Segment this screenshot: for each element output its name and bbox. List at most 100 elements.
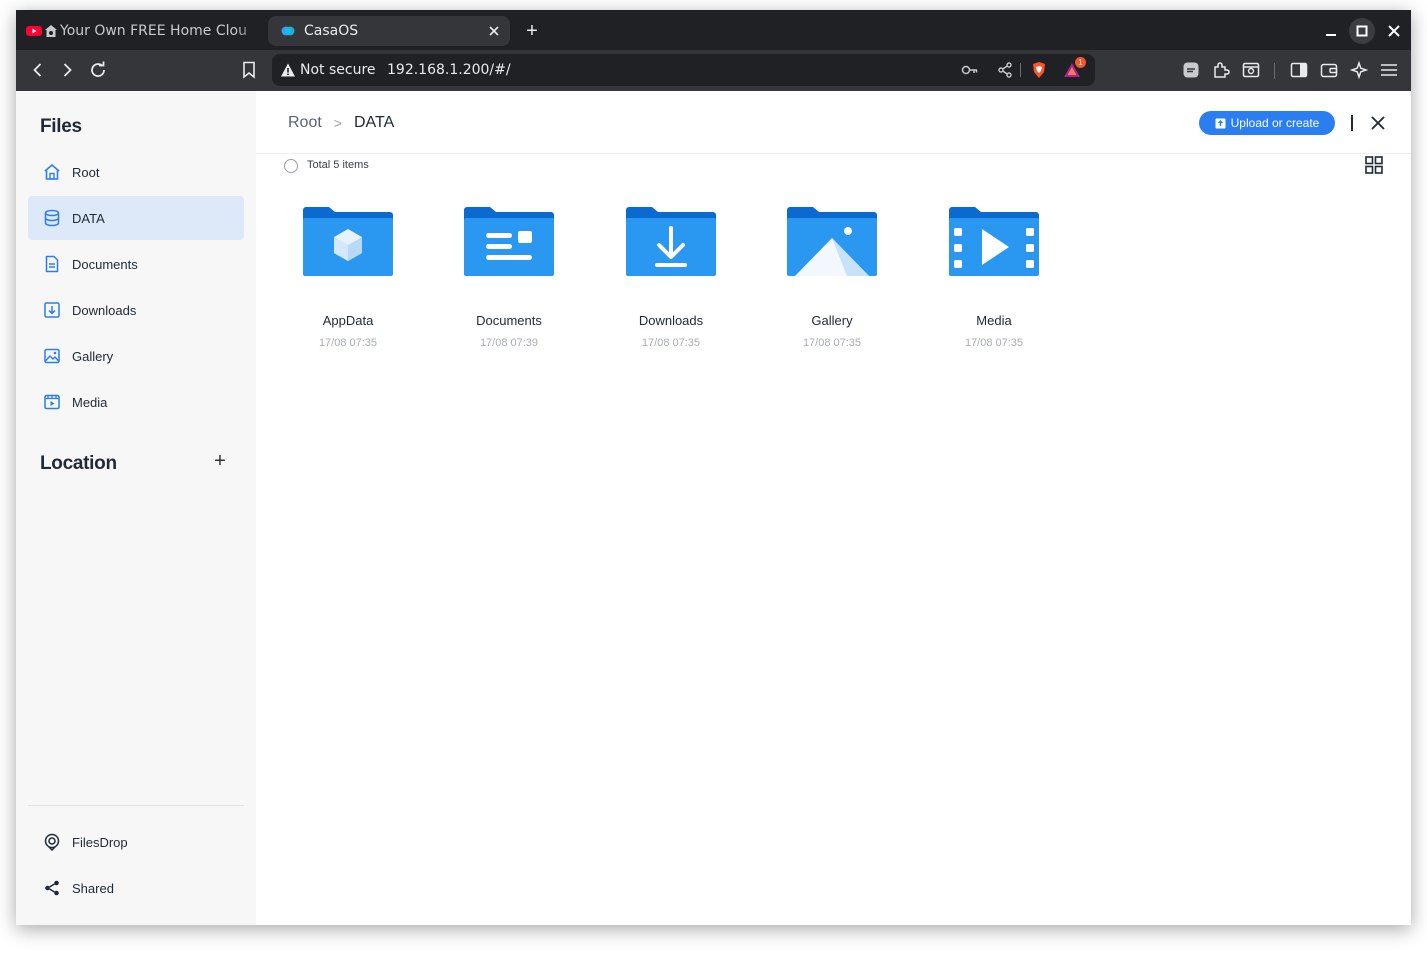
add-location-button[interactable]: + [212, 451, 228, 471]
window-close-button[interactable] [1381, 18, 1407, 44]
sidebar-item-data[interactable]: DATA [28, 196, 244, 240]
forward-icon[interactable] [55, 58, 79, 82]
address-bar[interactable]: Not secure 192.168.1.200/#/ 1 [272, 54, 1095, 86]
downloads-folder-icon [626, 207, 716, 276]
breadcrumb-separator: > [333, 115, 342, 131]
folder-item-documents[interactable]: Documents 17/08 07:39 [449, 206, 569, 366]
sidebar-item-root[interactable]: Root [28, 150, 244, 194]
folder-item-downloads[interactable]: Downloads 17/08 07:35 [611, 206, 731, 366]
breadcrumb-current: DATA [353, 114, 395, 131]
sidebar-item-label: DATA [72, 210, 105, 226]
warning-icon [281, 63, 295, 77]
home-cloud-icon [45, 25, 57, 37]
breadcrumb-root[interactable]: Root [288, 114, 322, 132]
close-files-icon[interactable] [1368, 113, 1388, 133]
reload-icon[interactable] [86, 58, 110, 82]
sidebar-divider [28, 805, 244, 806]
folder-item-appdata[interactable]: AppData 17/08 07:35 [288, 206, 408, 366]
minimize-button[interactable] [1318, 18, 1344, 44]
appdata-folder-icon [303, 207, 393, 276]
tab-casaos[interactable]: CasaOS [268, 16, 510, 46]
media-folder-icon [949, 207, 1039, 276]
browser-toolbar: Not secure 192.168.1.200/#/ 1 [16, 50, 1411, 91]
folder-date: 17/08 07:35 [964, 337, 1024, 349]
home-icon [42, 162, 62, 182]
documents-folder-icon [464, 207, 554, 276]
upload-icon [1215, 118, 1226, 128]
toolbar-divider [1274, 63, 1275, 79]
extensions-puzzle-icon[interactable] [1209, 58, 1233, 82]
sidebar-item-label: Gallery [72, 348, 114, 364]
upload-button-label: Upload or create [1230, 116, 1320, 130]
tab-title: CasaOS [304, 23, 359, 39]
new-tab-button[interactable]: + [521, 20, 543, 42]
document-icon [42, 254, 62, 274]
sidebar-item-downloads[interactable]: Downloads [28, 288, 244, 332]
browser-window: Your Own FREE Home Clou CasaOS + Not sec… [16, 10, 1411, 925]
maximize-button[interactable] [1349, 18, 1375, 44]
back-icon[interactable] [26, 58, 50, 82]
upload-or-create-button[interactable]: Upload or create [1199, 111, 1335, 135]
leo-ai-icon[interactable] [1347, 58, 1371, 82]
tab-title: Your Own FREE Home Clou [60, 23, 247, 39]
item-count: Total 5 items [307, 159, 369, 171]
sidebar-item-label: Documents [72, 256, 138, 272]
security-label[interactable]: Not secure [300, 62, 376, 78]
grid-view-icon[interactable] [1364, 155, 1384, 175]
select-all-checkbox[interactable] [284, 159, 298, 173]
sidebar-item-media[interactable]: Media [28, 380, 244, 424]
brave-shields-icon[interactable] [1029, 60, 1049, 80]
sidebar-item-label: FilesDrop [72, 834, 128, 850]
video-icon [42, 392, 62, 412]
filesdrop-icon [42, 832, 62, 852]
sidebar-toggle-icon[interactable] [1287, 58, 1311, 82]
folder-name: Media [976, 313, 1012, 328]
sidebar-item-filesdrop[interactable]: FilesDrop [28, 820, 244, 864]
sidebar-item-label: Shared [72, 880, 114, 896]
tab-youtube[interactable]: Your Own FREE Home Clou [26, 16, 266, 46]
folder-name: AppData [322, 313, 374, 328]
image-icon [42, 346, 62, 366]
breadcrumb: Root > DATA [288, 114, 394, 132]
sidebar-item-label: Media [72, 394, 108, 410]
casaos-icon [281, 26, 295, 36]
key-icon[interactable] [960, 60, 980, 80]
folder-date: 17/08 07:35 [641, 337, 701, 349]
folder-date: 17/08 07:35 [802, 337, 862, 349]
files-sidebar: Files Root DATA Documents Downloads Gall… [16, 91, 256, 925]
reading-extension-icon[interactable] [1239, 58, 1263, 82]
folder-name: Documents [476, 313, 542, 328]
gallery-folder-icon [787, 207, 877, 276]
header-rule [256, 153, 1411, 154]
sidebar-item-label: Root [72, 164, 100, 180]
sidebar-item-shared[interactable]: Shared [28, 866, 244, 910]
database-icon [42, 208, 62, 228]
folder-name: Gallery [811, 313, 853, 328]
folder-name: Downloads [638, 313, 704, 328]
folder-item-media[interactable]: Media 17/08 07:35 [934, 206, 1054, 366]
tab-bar: Your Own FREE Home Clou CasaOS + [16, 10, 1411, 50]
omnibox-divider [1020, 63, 1021, 77]
download-icon [42, 300, 62, 320]
chat-extension-icon[interactable] [1179, 58, 1203, 82]
header-divider [1351, 115, 1353, 131]
folder-date: 17/08 07:35 [318, 337, 378, 349]
files-heading: Files [40, 116, 82, 137]
folder-date: 17/08 07:39 [479, 337, 539, 349]
rewards-badge: 1 [1075, 57, 1086, 68]
casaos-files-app: Files Root DATA Documents Downloads Gall… [16, 91, 1411, 925]
share-icon [42, 878, 62, 898]
sidebar-item-label: Downloads [72, 302, 137, 318]
url-text[interactable]: 192.168.1.200/#/ [387, 62, 511, 78]
sidebar-item-documents[interactable]: Documents [28, 242, 244, 286]
share-page-icon[interactable] [995, 60, 1015, 80]
files-main-panel: Root > DATA Upload or create Total 5 ite… [256, 91, 1411, 925]
youtube-icon [26, 26, 42, 36]
location-heading: Location [40, 453, 117, 474]
menu-icon[interactable] [1377, 58, 1401, 82]
tab-close-icon[interactable] [484, 21, 504, 41]
folder-item-gallery[interactable]: Gallery 17/08 07:35 [772, 206, 892, 366]
sidebar-item-gallery[interactable]: Gallery [28, 334, 244, 378]
wallet-icon[interactable] [1317, 58, 1341, 82]
bookmark-icon[interactable] [237, 58, 261, 82]
